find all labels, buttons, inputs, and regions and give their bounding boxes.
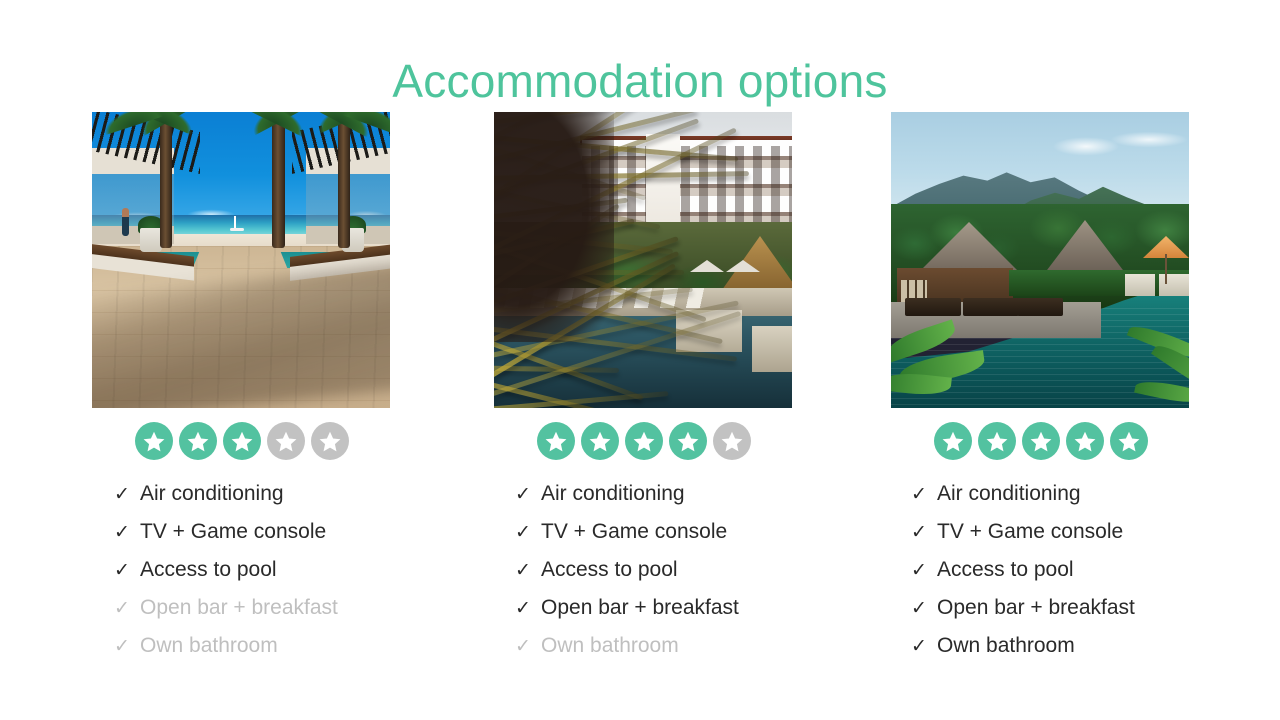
star-icon-filled[interactable] — [1066, 422, 1104, 460]
accommodation-option-card: ✓ Air conditioning ✓ TV + Game console ✓ Acc… — [494, 112, 794, 688]
check-icon-included: ✓ — [114, 560, 130, 581]
feature-label: Own bathroom — [140, 634, 278, 657]
feature-list: ✓ Air conditioning ✓ TV + Game console ✓ Acc… — [494, 482, 794, 672]
check-icon-included: ✓ — [911, 636, 927, 657]
star-rating — [92, 422, 392, 464]
feature-list-item: ✓ Access to pool — [515, 558, 794, 596]
star-icon-empty[interactable] — [267, 422, 305, 460]
beach-deck-resort-photo — [92, 112, 390, 408]
check-icon-included: ✓ — [911, 598, 927, 619]
accommodation-option-card: ✓ Air conditioning ✓ TV + Game console ✓ Acc… — [891, 112, 1191, 688]
feature-list: ✓ Air conditioning ✓ TV + Game console ✓ Acc… — [92, 482, 392, 672]
accommodation-option-card: ✓ Air conditioning ✓ TV + Game console ✓ Acc… — [92, 112, 392, 688]
check-icon-included: ✓ — [114, 484, 130, 505]
hotel-through-palms-photo — [494, 112, 792, 408]
star-icon-empty[interactable] — [311, 422, 349, 460]
feature-label: Open bar + breakfast — [937, 596, 1135, 619]
feature-list-item: ✓ Own bathroom — [911, 634, 1191, 672]
page-title: Accommodation options — [392, 54, 888, 107]
check-icon-excluded: ✓ — [114, 598, 130, 619]
feature-label: Access to pool — [140, 558, 277, 581]
star-icon-empty[interactable] — [713, 422, 751, 460]
star-icon-filled[interactable] — [135, 422, 173, 460]
star-icon-filled[interactable] — [625, 422, 663, 460]
accommodation-options-row: ✓ Air conditioning ✓ TV + Game console ✓ Acc… — [0, 112, 1280, 712]
star-icon-filled[interactable] — [934, 422, 972, 460]
star-icon-filled[interactable] — [978, 422, 1016, 460]
check-icon-excluded: ✓ — [515, 636, 531, 657]
feature-list-item: ✓ Open bar + breakfast — [515, 596, 794, 634]
star-icon-filled[interactable] — [581, 422, 619, 460]
feature-label: TV + Game console — [937, 520, 1124, 543]
feature-list-item: ✓ TV + Game console — [114, 520, 392, 558]
feature-list-item: ✓ TV + Game console — [911, 520, 1191, 558]
feature-label: Own bathroom — [937, 634, 1075, 657]
feature-label: Own bathroom — [541, 634, 679, 657]
feature-label: Access to pool — [937, 558, 1074, 581]
feature-list-item: ✓ Air conditioning — [515, 482, 794, 520]
feature-list: ✓ Air conditioning ✓ TV + Game console ✓ Acc… — [891, 482, 1191, 672]
star-icon-filled[interactable] — [537, 422, 575, 460]
check-icon-excluded: ✓ — [114, 636, 130, 657]
star-icon-filled[interactable] — [179, 422, 217, 460]
feature-label: Open bar + breakfast — [541, 596, 739, 619]
feature-list-item: ✓ Own bathroom — [515, 634, 794, 672]
feature-list-item: ✓ Open bar + breakfast — [114, 596, 392, 634]
tropical-bungalow-pool-photo — [891, 112, 1189, 408]
check-icon-included: ✓ — [911, 484, 927, 505]
feature-list-item: ✓ Own bathroom — [114, 634, 392, 672]
star-icon-filled[interactable] — [1110, 422, 1148, 460]
feature-list-item: ✓ Air conditioning — [911, 482, 1191, 520]
feature-label: TV + Game console — [541, 520, 728, 543]
feature-list-item: ✓ Air conditioning — [114, 482, 392, 520]
check-icon-included: ✓ — [911, 560, 927, 581]
feature-label: TV + Game console — [140, 520, 327, 543]
check-icon-included: ✓ — [911, 522, 927, 543]
feature-label: Air conditioning — [937, 482, 1081, 505]
feature-label: Air conditioning — [140, 482, 284, 505]
check-icon-included: ✓ — [114, 522, 130, 543]
feature-list-item: ✓ TV + Game console — [515, 520, 794, 558]
star-icon-filled[interactable] — [669, 422, 707, 460]
feature-list-item: ✓ Access to pool — [911, 558, 1191, 596]
feature-label: Open bar + breakfast — [140, 596, 338, 619]
feature-label: Access to pool — [541, 558, 678, 581]
check-icon-included: ✓ — [515, 560, 531, 581]
check-icon-included: ✓ — [515, 598, 531, 619]
star-icon-filled[interactable] — [1022, 422, 1060, 460]
feature-label: Air conditioning — [541, 482, 685, 505]
check-icon-included: ✓ — [515, 484, 531, 505]
star-rating — [494, 422, 794, 464]
feature-list-item: ✓ Open bar + breakfast — [911, 596, 1191, 634]
check-icon-included: ✓ — [515, 522, 531, 543]
star-icon-filled[interactable] — [223, 422, 261, 460]
star-rating — [891, 422, 1191, 464]
feature-list-item: ✓ Access to pool — [114, 558, 392, 596]
